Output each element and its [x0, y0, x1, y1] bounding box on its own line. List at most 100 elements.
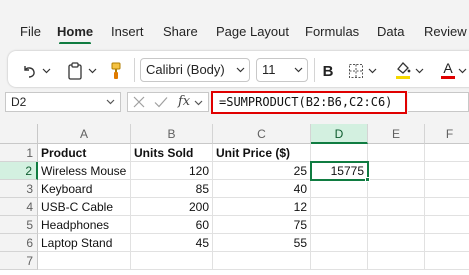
menu-bar: File Home Insert Share Page Layout Formu…	[0, 0, 469, 45]
tab-review[interactable]: Review	[424, 24, 467, 39]
result-value: 15775	[330, 164, 364, 178]
clipboard-paste-icon[interactable]	[64, 60, 86, 82]
table-row-cell-price[interactable]: 12	[213, 198, 311, 216]
cell-f3[interactable]	[425, 180, 469, 198]
tab-share[interactable]: Share	[163, 24, 198, 39]
ribbon-separator	[134, 58, 135, 82]
undo-icon[interactable]	[18, 60, 40, 82]
font-size-value: 11	[262, 62, 276, 77]
tab-home[interactable]: Home	[57, 24, 93, 39]
cell-e4[interactable]	[368, 198, 425, 216]
cell-f6[interactable]	[425, 234, 469, 252]
column-header-d[interactable]: D	[311, 124, 368, 144]
fill-color-dropdown-chevron-icon[interactable]	[413, 60, 425, 82]
cell-e2[interactable]	[368, 162, 425, 180]
borders-icon[interactable]	[346, 60, 366, 82]
row-header-2[interactable]: 2	[0, 162, 38, 180]
table-row-cell-units[interactable]: 85	[131, 180, 213, 198]
column-header-b[interactable]: B	[131, 124, 213, 144]
row-header-5[interactable]: 5	[0, 216, 38, 234]
cell-a7[interactable]	[38, 252, 131, 270]
selected-cell-d2[interactable]: 15775	[310, 161, 369, 181]
enter-check-icon[interactable]	[153, 94, 169, 115]
table-row-cell-price[interactable]: 55	[213, 234, 311, 252]
font-color-dropdown-chevron-icon[interactable]	[456, 60, 468, 82]
column-header-f[interactable]: F	[425, 124, 469, 144]
row-header-1[interactable]: 1	[0, 144, 38, 162]
font-name-chevron-icon	[236, 59, 245, 88]
borders-dropdown-chevron-icon[interactable]	[366, 60, 378, 82]
cell-d4[interactable]	[311, 198, 368, 216]
name-box-value: D2	[11, 95, 27, 109]
row-header-3[interactable]: 3	[0, 180, 38, 198]
row-header-4[interactable]: 4	[0, 198, 38, 216]
cell-a1-header[interactable]: Product	[38, 144, 131, 162]
font-color-swatch	[441, 76, 455, 79]
table-row-cell-product[interactable]: Wireless Mouse	[38, 162, 131, 180]
table-row-cell-product[interactable]: USB-C Cable	[38, 198, 131, 216]
font-name-value: Calibri (Body)	[146, 62, 225, 77]
formula-input-extension	[408, 92, 469, 112]
table-row-cell-units[interactable]: 200	[131, 198, 213, 216]
fill-color-icon[interactable]	[393, 58, 413, 82]
cell-e3[interactable]	[368, 180, 425, 198]
table-row-cell-price[interactable]: 40	[213, 180, 311, 198]
column-header-a[interactable]: A	[38, 124, 131, 144]
tab-file[interactable]: File	[20, 24, 41, 39]
table-row-cell-price[interactable]: 75	[213, 216, 311, 234]
formula-controls: fx	[127, 92, 209, 112]
cell-f1[interactable]	[425, 144, 469, 162]
table-row-cell-price[interactable]: 25	[213, 162, 311, 180]
undo-dropdown-chevron-icon[interactable]	[40, 60, 52, 82]
row-header-7[interactable]: 7	[0, 252, 38, 270]
cell-d6[interactable]	[311, 234, 368, 252]
table-row-cell-product[interactable]: Headphones	[38, 216, 131, 234]
cell-f4[interactable]	[425, 198, 469, 216]
font-color-button[interactable]: A	[440, 58, 456, 82]
font-size-chevron-icon	[294, 59, 303, 88]
font-name-dropdown[interactable]: Calibri (Body)	[140, 58, 250, 82]
cell-d5[interactable]	[311, 216, 368, 234]
cell-c1-header[interactable]: Unit Price ($)	[213, 144, 311, 162]
table-row-cell-units[interactable]: 120	[131, 162, 213, 180]
format-painter-icon[interactable]	[106, 60, 126, 82]
cell-b1-header[interactable]: Units Sold	[131, 144, 213, 162]
cell-e6[interactable]	[368, 234, 425, 252]
cell-d7[interactable]	[311, 252, 368, 270]
grid-top-gap	[0, 116, 469, 124]
cell-b7[interactable]	[131, 252, 213, 270]
table-row-cell-product[interactable]: Laptop Stand	[38, 234, 131, 252]
table-row-cell-product[interactable]: Keyboard	[38, 180, 131, 198]
insert-function-chevron-icon[interactable]	[194, 93, 203, 116]
cell-f5[interactable]	[425, 216, 469, 234]
cancel-icon[interactable]	[131, 94, 147, 115]
ribbon-separator	[314, 58, 315, 82]
column-header-c[interactable]: C	[213, 124, 311, 144]
font-size-dropdown[interactable]: 11	[256, 58, 308, 82]
row-header-6[interactable]: 6	[0, 234, 38, 252]
tab-data[interactable]: Data	[377, 24, 404, 39]
cell-c7[interactable]	[213, 252, 311, 270]
name-box-chevron-icon[interactable]	[106, 93, 115, 118]
bold-button[interactable]: B	[318, 60, 338, 82]
insert-function-button[interactable]: fx	[178, 93, 190, 111]
cell-e7[interactable]	[368, 252, 425, 270]
table-row-cell-units[interactable]: 60	[131, 216, 213, 234]
cell-e1[interactable]	[368, 144, 425, 162]
column-header-e[interactable]: E	[368, 124, 425, 144]
fill-handle[interactable]	[365, 177, 370, 182]
paste-dropdown-chevron-icon[interactable]	[86, 60, 98, 82]
cell-d1[interactable]	[311, 144, 368, 162]
tab-insert[interactable]: Insert	[111, 24, 144, 39]
cell-e5[interactable]	[368, 216, 425, 234]
formula-input[interactable]: =SUMPRODUCT(B2:B6,C2:C6)	[211, 91, 407, 114]
cell-f7[interactable]	[425, 252, 469, 270]
font-color-label: A	[443, 60, 453, 76]
name-box[interactable]: D2	[5, 92, 121, 112]
cell-f2[interactable]	[425, 162, 469, 180]
cell-d3[interactable]	[311, 180, 368, 198]
select-all-corner[interactable]	[0, 124, 38, 144]
tab-page-layout[interactable]: Page Layout	[216, 24, 289, 39]
table-row-cell-units[interactable]: 45	[131, 234, 213, 252]
tab-formulas[interactable]: Formulas	[305, 24, 359, 39]
